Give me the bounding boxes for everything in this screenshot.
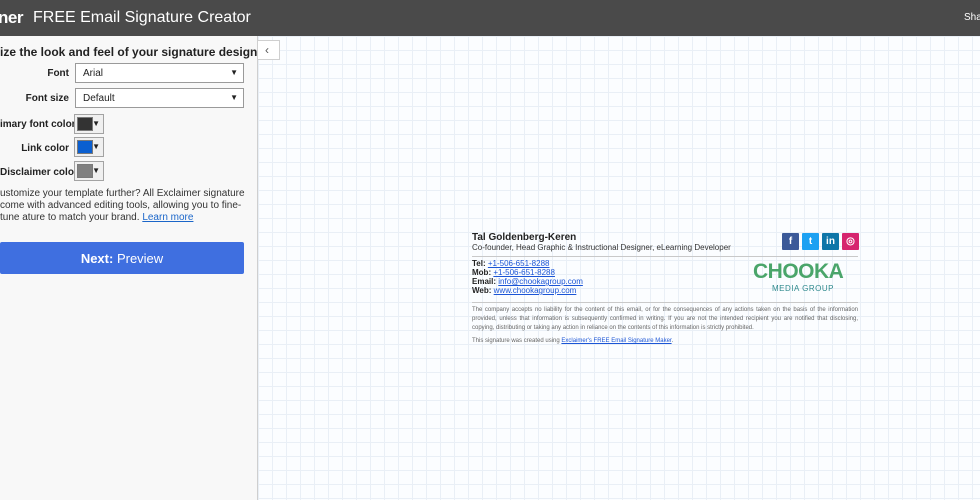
exclaimer-link[interactable]: Exclaimer's FREE Email Signature Maker [561,338,671,344]
collapse-panel-button[interactable]: ‹ [258,40,280,60]
preview-canvas: ‹ Tal Goldenberg-Keren Co-founder, Head … [258,36,980,500]
font-size-select[interactable]: Default ▼ [75,88,244,108]
share-link[interactable]: Sha [964,12,980,23]
chevron-down-icon: ▼ [92,142,100,151]
disclaimer-color-swatch [77,164,93,178]
next-button-prefix: Next: [80,251,114,266]
contact-tel: Tel: +1-506-651-8288 [472,259,549,268]
font-select-value: Arial [83,68,104,79]
linkedin-icon[interactable]: in [822,233,839,250]
disclaimer-text: The company accepts no liability for the… [472,307,858,331]
help-text-body: ustomize your template further? All Excl… [0,188,245,223]
instagram-icon[interactable]: ◎ [842,233,859,250]
help-text: ustomize your template further? All Excl… [0,188,250,224]
top-bar: ner FREE Email Signature Creator Sha [0,0,980,36]
chevron-down-icon: ▼ [92,119,100,128]
font-size-label: Font size [25,93,69,104]
chooka-logo: CHOOKA [753,260,844,283]
link-color-label: Link color [21,143,69,154]
tel-label: Tel: [472,259,486,268]
font-select[interactable]: Arial ▼ [75,63,244,83]
settings-panel: ize the look and feel of your signature … [0,36,261,500]
disclaimer-color-picker[interactable]: ▼ [74,161,104,181]
signature-name: Tal Goldenberg-Keren [472,232,577,243]
contact-email: Email: info@chookagroup.com [472,277,583,286]
email-link[interactable]: info@chookagroup.com [498,277,583,286]
app-title: FREE Email Signature Creator [33,9,251,26]
signature-preview: Tal Goldenberg-Keren Co-founder, Head Gr… [472,232,860,350]
signature-job-title: Co-founder, Head Graphic & Instructional… [472,243,731,252]
disclaimer-color-label: Disclaimer color [0,167,78,178]
link-color-swatch [77,140,93,154]
tel-link[interactable]: +1-506-651-8288 [488,259,550,268]
email-label: Email: [472,277,497,286]
primary-font-color-picker[interactable]: ▼ [74,114,104,134]
chevron-down-icon: ▼ [230,93,238,102]
facebook-icon[interactable]: f [782,233,799,250]
learn-more-link[interactable]: Learn more [142,212,193,223]
created-prefix: This signature was created using [472,338,562,344]
created-suffix: . [671,338,674,344]
link-color-picker[interactable]: ▼ [74,137,104,157]
contact-web: Web: www.chookagroup.com [472,286,576,295]
created-using-text: This signature was created using Exclaim… [472,338,673,344]
chevron-down-icon: ▼ [230,68,238,77]
panel-heading: ize the look and feel of your signature … [0,45,261,59]
next-preview-button[interactable]: Next: Preview [0,242,244,274]
mob-link[interactable]: +1-506-651-8288 [493,268,555,277]
signature-divider [472,302,858,303]
font-label: Font [47,68,69,79]
signature-divider [472,256,858,257]
chooka-logo-subtitle: MEDIA GROUP [772,284,834,293]
web-label: Web: [472,286,492,295]
font-size-select-value: Default [83,93,115,104]
twitter-icon[interactable]: t [802,233,819,250]
next-button-label: Preview [113,251,164,266]
contact-mob: Mob: +1-506-651-8288 [472,268,555,277]
chevron-down-icon: ▼ [92,166,100,175]
web-link[interactable]: www.chookagroup.com [494,286,577,295]
brand-logo[interactable]: ner [0,8,23,28]
chevron-left-icon: ‹ [265,43,269,57]
primary-font-color-label: imary font color [0,119,76,130]
primary-color-swatch [77,117,93,131]
mob-label: Mob: [472,268,492,277]
